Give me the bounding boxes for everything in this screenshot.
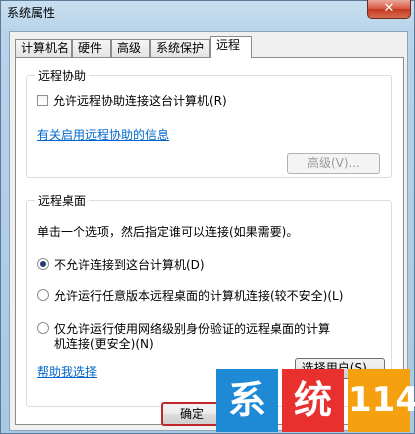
close-icon: ✕ [383,1,395,16]
tab-hardware[interactable]: 硬件 [72,39,111,57]
radio-selected-dot [40,261,46,267]
window-title: 系统属性 [7,6,56,20]
logo-tile-3: 114 [348,369,415,432]
remote-assistance-title: 远程协助 [35,67,90,84]
tab-remote[interactable]: 远程 [210,36,252,58]
tab-computer-name[interactable]: 计算机名 [15,39,72,57]
logo-tile-1: 系 [216,369,278,432]
tab-system-protection[interactable]: 系统保护 [150,39,210,57]
option-deny-radio[interactable] [37,258,49,270]
close-button[interactable]: ✕ [367,0,411,19]
logo-tile-2: 统 [282,369,344,432]
watermark-logo: 系 统 114 [216,369,415,432]
advanced-button[interactable]: 高级(V)... [287,153,380,174]
option-any-version-radio[interactable] [37,289,49,301]
remote-desktop-instruction: 单击一个选项，然后指定谁可以连接(如果需要)。 [37,225,299,239]
remote-assistance-info-link[interactable]: 有关启用远程协助的信息 [37,126,169,143]
allow-remote-assistance-checkbox[interactable] [37,95,48,106]
option-nla-label-line2[interactable]: 机连接(更安全)(N) [54,335,154,352]
help-me-choose-link[interactable]: 帮助我选择 [37,363,97,380]
option-any-version-label[interactable]: 允许运行任意版本远程桌面的计算机连接(较不安全)(L) [54,287,343,304]
option-deny-label[interactable]: 不允许连接到这台计算机(D) [54,256,205,273]
system-properties-window: 系统属性 ✕ 计算机名 硬件 高级 系统保护 远程 远程协助 允许远程协助连接这… [0,0,415,434]
allow-remote-assistance-label[interactable]: 允许远程协助连接这台计算机(R) [53,92,227,109]
option-nla-radio[interactable] [37,322,49,334]
tab-advanced[interactable]: 高级 [111,39,150,57]
remote-desktop-title: 远程桌面 [35,192,90,209]
remote-assistance-group: 远程协助 允许远程协助连接这台计算机(R) 有关启用远程协助的信息 高级(V).… [26,67,392,178]
ok-button[interactable]: 确定 [161,402,223,426]
